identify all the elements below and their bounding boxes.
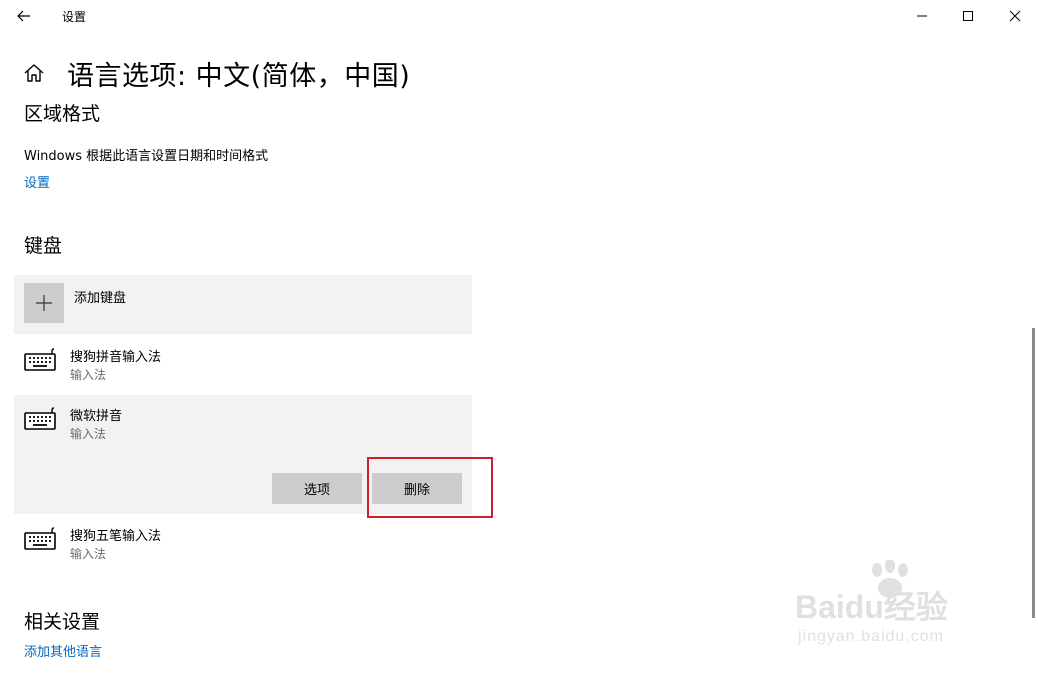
options-button[interactable]: 选项	[272, 473, 362, 504]
title-bar: 设置	[0, 0, 1038, 32]
keyboard-item-type: 输入法	[70, 547, 107, 561]
watermark-url: jingyan.baidu.com	[798, 628, 944, 645]
maximize-icon	[963, 11, 973, 21]
add-language-link[interactable]: 添加其他语言	[24, 641, 102, 660]
keyboard-item-type: 输入法	[70, 427, 107, 441]
maximize-button[interactable]	[945, 0, 991, 32]
add-keyboard-button[interactable]: 添加键盘	[14, 275, 472, 334]
back-arrow-icon	[17, 10, 30, 22]
keyboard-icon	[24, 407, 56, 430]
page-title: 语言选项: 中文(简体，中国)	[67, 61, 411, 92]
keyboard-item-type: 输入法	[70, 368, 107, 382]
keyboard-item-name: 搜狗五笔输入法	[70, 529, 162, 544]
keyboard-item-name: 搜狗拼音输入法	[70, 350, 162, 365]
paw-icon	[872, 560, 908, 598]
keyboard-icon	[24, 348, 56, 371]
region-format-description: Windows 根据此语言设置日期和时间格式	[24, 149, 269, 164]
app-title: 设置	[62, 10, 87, 24]
back-button[interactable]	[8, 2, 40, 30]
keyboard-item-sogou-pinyin[interactable]: 搜狗拼音输入法 输入法	[14, 336, 472, 394]
add-keyboard-label: 添加键盘	[74, 291, 127, 306]
related-settings-heading: 相关设置	[24, 611, 101, 633]
keyboard-item-microsoft-pinyin[interactable]: 微软拼音 输入法 选项 删除	[14, 395, 472, 514]
delete-button[interactable]: 删除	[372, 473, 462, 504]
scrollbar[interactable]	[1032, 328, 1035, 618]
home-icon[interactable]	[22, 61, 46, 85]
baidu-watermark: Baidu经验 jingyan.baidu.com	[795, 560, 1025, 660]
plus-icon	[24, 283, 64, 323]
close-icon	[1009, 10, 1021, 22]
keyboard-heading: 键盘	[24, 235, 63, 257]
minimize-button[interactable]	[899, 0, 945, 32]
region-settings-link[interactable]: 设置	[24, 172, 50, 191]
watermark-text: Baidu经验	[795, 589, 948, 625]
keyboard-item-name: 微软拼音	[70, 409, 123, 424]
region-format-heading: 区域格式	[24, 103, 101, 125]
minimize-icon	[917, 15, 927, 17]
close-button[interactable]	[992, 0, 1038, 32]
keyboard-icon	[24, 527, 56, 550]
keyboard-item-sogou-wubi[interactable]: 搜狗五笔输入法 输入法	[14, 515, 472, 573]
